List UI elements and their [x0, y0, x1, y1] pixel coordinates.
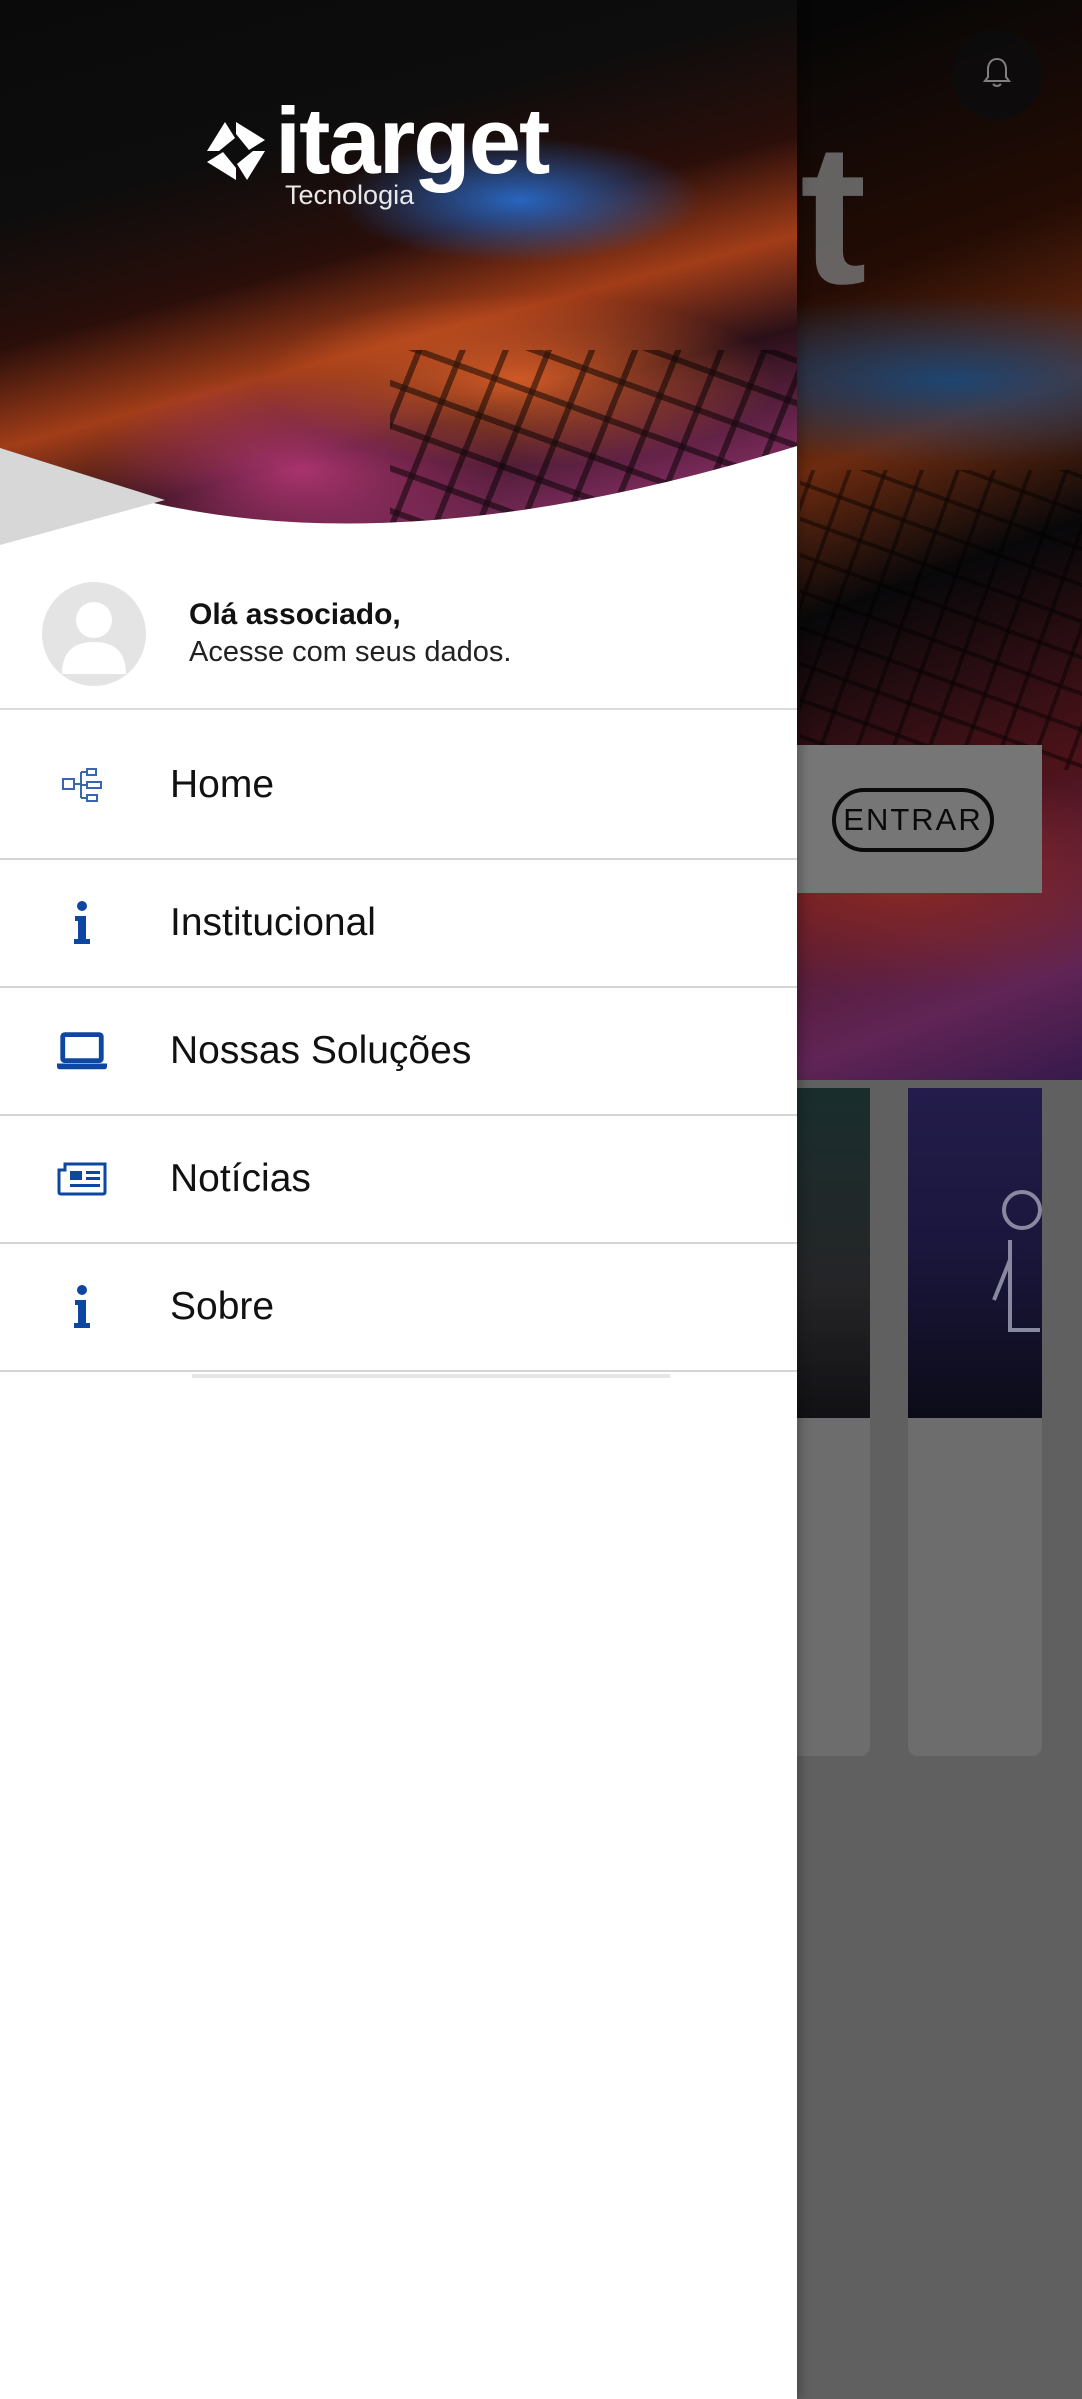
- menu-label: Home: [170, 763, 275, 806]
- menu-item-home[interactable]: Home: [0, 712, 797, 860]
- menu-label: Nossas Soluções: [170, 1029, 472, 1072]
- login-prompt: Acesse com seus dados.: [189, 636, 512, 668]
- menu-item-sobre[interactable]: Sobre: [0, 1244, 797, 1372]
- menu-item-noticias[interactable]: Notícias: [0, 1116, 797, 1244]
- menu-label: Notícias: [170, 1157, 311, 1200]
- logo-wordmark: itarget: [275, 88, 550, 193]
- user-placeholder-icon: [62, 602, 126, 674]
- brand-logo: itarget Tecnologia: [205, 94, 555, 230]
- user-greeting: Olá associado,: [189, 598, 401, 631]
- header-curve: [0, 446, 797, 560]
- drawer-menu: Home Institucional Nossas Soluções Notíc…: [0, 712, 797, 1372]
- info-icon: [56, 897, 108, 949]
- navigation-drawer: itarget Tecnologia Olá associado, Acesse…: [0, 0, 797, 2399]
- newspaper-icon: [56, 1153, 108, 1205]
- logo-mark-icon: [207, 122, 265, 180]
- laptop-icon: [56, 1025, 108, 1077]
- menu-item-institucional[interactable]: Institucional: [0, 860, 797, 988]
- user-login-row[interactable]: Olá associado, Acesse com seus dados.: [0, 560, 797, 710]
- info-icon: [56, 1281, 108, 1333]
- drawer-header: itarget Tecnologia: [0, 0, 797, 560]
- menu-label: Institucional: [170, 901, 376, 944]
- menu-divider: [192, 1374, 670, 1378]
- avatar: [42, 582, 146, 686]
- menu-item-nossas-solucoes[interactable]: Nossas Soluções: [0, 988, 797, 1116]
- menu-label: Sobre: [170, 1285, 275, 1328]
- logo-tagline: Tecnologia: [285, 180, 415, 210]
- sitemap-icon: [56, 759, 108, 811]
